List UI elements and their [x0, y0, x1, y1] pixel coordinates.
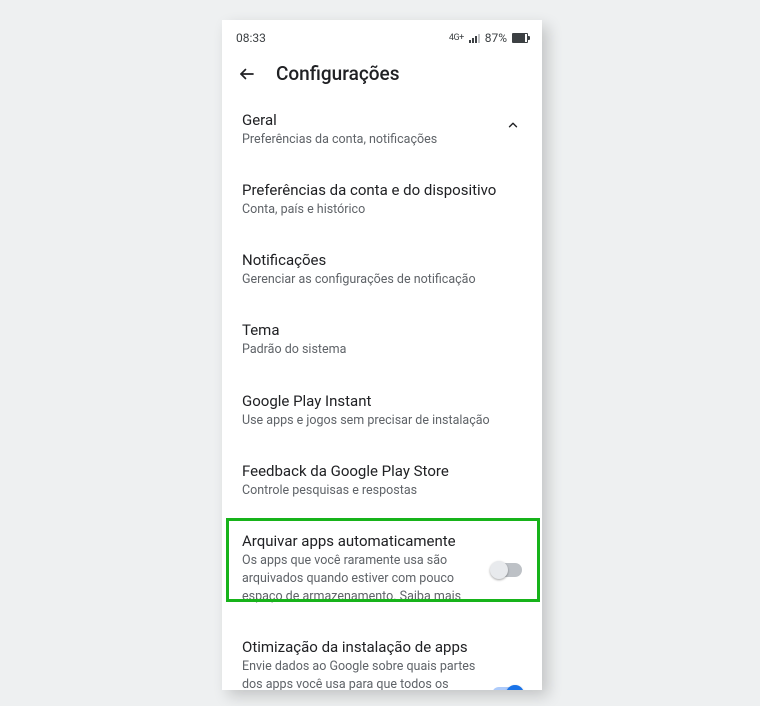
- item-label: Otimização da instalação de apps: [242, 638, 476, 656]
- battery-pct: 87%: [485, 31, 507, 45]
- chevron-up-icon: [506, 117, 520, 136]
- item-account-prefs[interactable]: Preferências da conta e do dispositivo C…: [222, 169, 542, 233]
- item-label: Feedback da Google Play Store: [242, 462, 522, 480]
- learn-more-link[interactable]: Saiba mais: [400, 589, 461, 604]
- signal-icon: [469, 34, 480, 43]
- battery-icon: [512, 33, 528, 43]
- section-general[interactable]: Geral Preferências da conta, notificaçõe…: [222, 99, 542, 163]
- item-label: Tema: [242, 321, 522, 339]
- item-sub: Gerenciar as configurações de notificaçã…: [242, 271, 522, 289]
- status-time: 08:33: [236, 31, 266, 45]
- item-feedback[interactable]: Feedback da Google Play Store Controle p…: [222, 450, 542, 514]
- install-optimization-toggle[interactable]: [492, 687, 522, 690]
- item-auto-archive[interactable]: Arquivar apps automaticamente Os apps qu…: [222, 520, 542, 620]
- item-notifications[interactable]: Notificações Gerenciar as configurações …: [222, 239, 542, 303]
- item-sub: Use apps e jogos sem precisar de instala…: [242, 412, 522, 430]
- auto-archive-toggle[interactable]: [492, 563, 522, 577]
- item-sub: Conta, país e histórico: [242, 201, 522, 219]
- item-sub-text: Envie dados ao Google sobre quais partes…: [242, 659, 475, 690]
- section-general-sub: Preferências da conta, notificações: [242, 131, 522, 149]
- item-sub: Padrão do sistema: [242, 341, 522, 359]
- item-play-instant[interactable]: Google Play Instant Use apps e jogos sem…: [222, 380, 542, 444]
- item-sub: Controle pesquisas e respostas: [242, 482, 522, 500]
- item-install-optimization[interactable]: Otimização da instalação de apps Envie d…: [222, 626, 542, 690]
- item-label: Notificações: [242, 251, 522, 269]
- item-label: Arquivar apps automaticamente: [242, 532, 476, 550]
- item-sub: Os apps que você raramente usa são arqui…: [242, 552, 476, 606]
- phone-frame: 08:33 4G+ 87% Configurações Geral Prefer…: [222, 20, 542, 690]
- item-theme[interactable]: Tema Padrão do sistema: [222, 309, 542, 373]
- network-type-icon: 4G+: [449, 33, 464, 43]
- page-title: Configurações: [276, 62, 399, 85]
- section-general-label: Geral: [242, 111, 522, 129]
- item-label: Google Play Instant: [242, 392, 522, 410]
- item-label: Preferências da conta e do dispositivo: [242, 181, 522, 199]
- status-bar: 08:33 4G+ 87%: [222, 20, 542, 52]
- app-header: Configurações: [222, 52, 542, 99]
- item-sub: Envie dados ao Google sobre quais partes…: [242, 658, 476, 690]
- back-arrow-icon[interactable]: [238, 65, 256, 83]
